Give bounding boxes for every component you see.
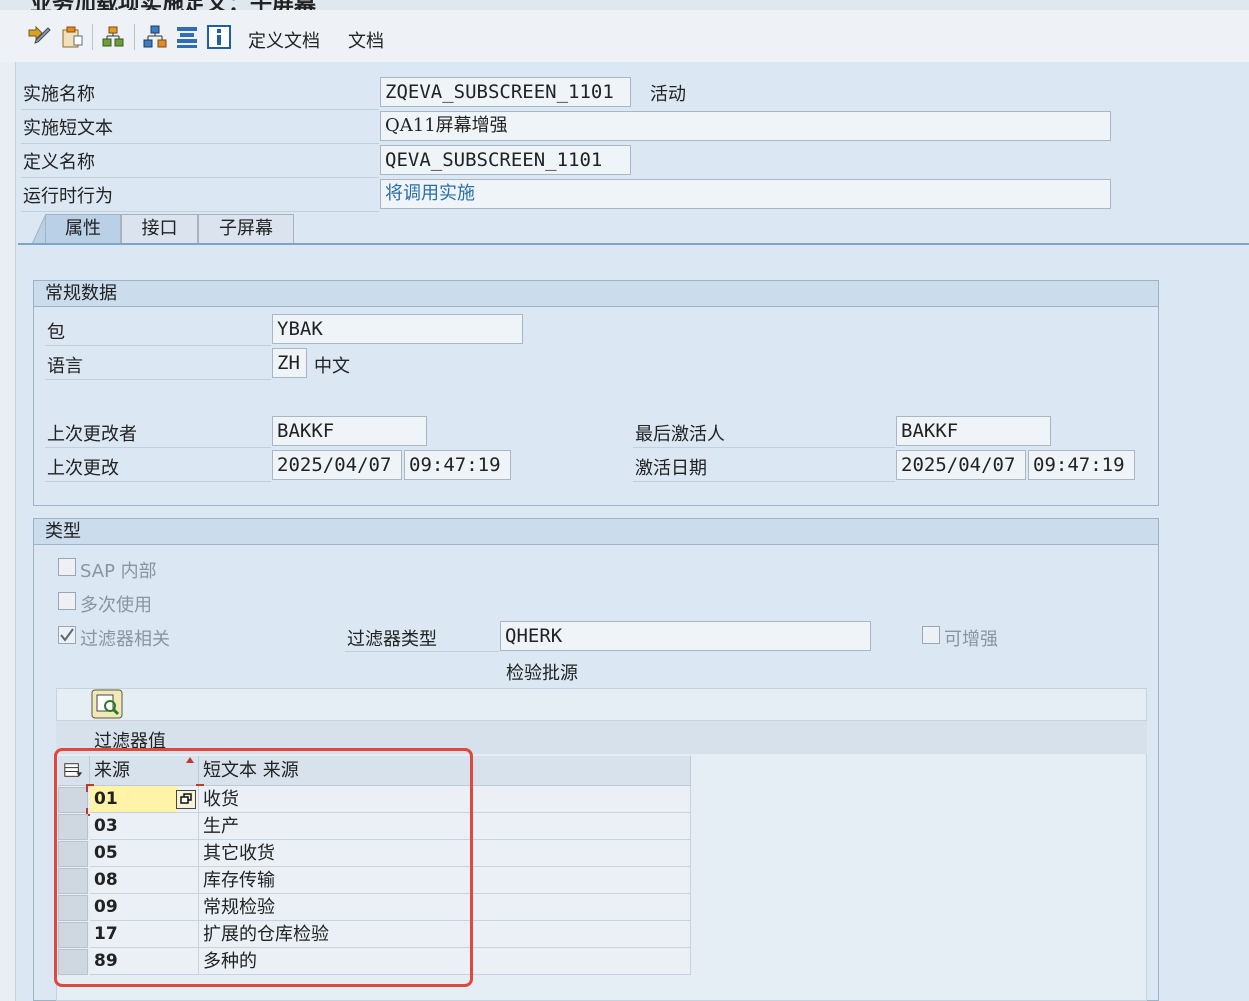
- impl-short-text-field[interactable]: QA11屏幕增强: [380, 111, 1111, 141]
- tab-interface[interactable]: 接口: [121, 214, 198, 244]
- checkmark-icon: [60, 628, 74, 642]
- label-underline: [21, 143, 379, 144]
- label-underline: [21, 109, 379, 110]
- activation-time-field[interactable]: 09:47:19: [1028, 450, 1135, 480]
- label-underline: [633, 447, 895, 448]
- label-underline: [21, 177, 379, 178]
- activation-date-field[interactable]: 2025/04/07: [896, 450, 1026, 480]
- multiple-use-label: 多次使用: [80, 595, 152, 616]
- last-changed-by-field[interactable]: BAKKF: [272, 416, 427, 446]
- application-toolbar: 定义文档 文档: [0, 10, 1249, 62]
- def-name-label: 定义名称: [23, 152, 95, 173]
- last-activated-by-label: 最后激活人: [635, 424, 725, 445]
- package-field[interactable]: YBAK: [272, 314, 523, 344]
- language-name: 中文: [314, 356, 350, 377]
- highlight-annotation-box: [54, 748, 473, 987]
- type-title: 类型: [34, 519, 1158, 545]
- tab-subscreens[interactable]: 子屏幕: [198, 214, 294, 244]
- window-title-bar: 业务加载项实施定义：子屏幕: [0, 0, 1249, 10]
- tab-attributes[interactable]: 属性: [45, 214, 121, 244]
- define-documentation-button[interactable]: 定义文档: [248, 27, 320, 53]
- window-title: 业务加载项实施定义：子屏幕: [30, 0, 316, 10]
- impl-name-field[interactable]: ZQEVA_SUBSCREEN_1101: [380, 77, 631, 107]
- can-enhance-label: 可增强: [944, 629, 998, 650]
- runtime-field[interactable]: 将调用实施: [380, 179, 1111, 209]
- package-label: 包: [47, 322, 65, 343]
- display-change-icon[interactable]: [26, 24, 52, 50]
- filter-type-description: 检验批源: [506, 663, 578, 684]
- last-activated-by-field[interactable]: BAKKF: [896, 416, 1051, 446]
- other-object-icon[interactable]: [100, 24, 126, 50]
- language-code-field[interactable]: ZH: [272, 348, 307, 378]
- activate-icon[interactable]: [58, 24, 84, 50]
- filter-type-label: 过滤器类型: [347, 629, 437, 650]
- last-changed-date-field[interactable]: 2025/04/07: [272, 450, 402, 480]
- runtime-label: 运行时行为: [23, 186, 113, 207]
- can-enhance-checkbox[interactable]: [922, 626, 940, 644]
- impl-name-label: 实施名称: [23, 84, 95, 105]
- label-underline: [45, 481, 271, 482]
- language-label: 语言: [47, 356, 83, 377]
- toolbar-separator: [92, 24, 93, 50]
- filter-dependent-label: 过滤器相关: [80, 629, 170, 650]
- sap-internal-checkbox[interactable]: [58, 558, 76, 576]
- last-changed-label: 上次更改: [47, 458, 119, 479]
- filter-dependent-checkbox[interactable]: [58, 626, 76, 644]
- multiple-use-checkbox[interactable]: [58, 592, 76, 610]
- label-underline: [633, 481, 895, 482]
- activation-date-label: 激活日期: [635, 458, 707, 479]
- label-underline: [345, 651, 499, 652]
- hierarchy-icon[interactable]: [142, 24, 168, 50]
- sap-internal-label: SAP 内部: [80, 561, 157, 582]
- filter-type-field[interactable]: QHERK: [500, 621, 871, 651]
- stack-icon[interactable]: [174, 24, 200, 50]
- status-text: 活动: [650, 84, 686, 105]
- general-data-title: 常规数据: [34, 281, 1158, 307]
- impl-short-text-label: 实施短文本: [23, 118, 113, 139]
- documentation-button[interactable]: 文档: [348, 27, 384, 53]
- tab-strip-line: [18, 243, 1249, 245]
- tab-left-edge: [32, 214, 46, 244]
- last-changed-by-label: 上次更改者: [47, 424, 137, 445]
- toolbar-separator: [134, 24, 135, 50]
- info-icon[interactable]: [206, 24, 232, 50]
- label-underline: [45, 345, 271, 346]
- def-name-field[interactable]: QEVA_SUBSCREEN_1101: [380, 145, 631, 175]
- label-underline: [45, 447, 271, 448]
- last-changed-time-field[interactable]: 09:47:19: [404, 450, 511, 480]
- label-underline: [45, 379, 271, 380]
- edit-filter-icon[interactable]: [91, 689, 123, 719]
- label-underline: [21, 211, 379, 212]
